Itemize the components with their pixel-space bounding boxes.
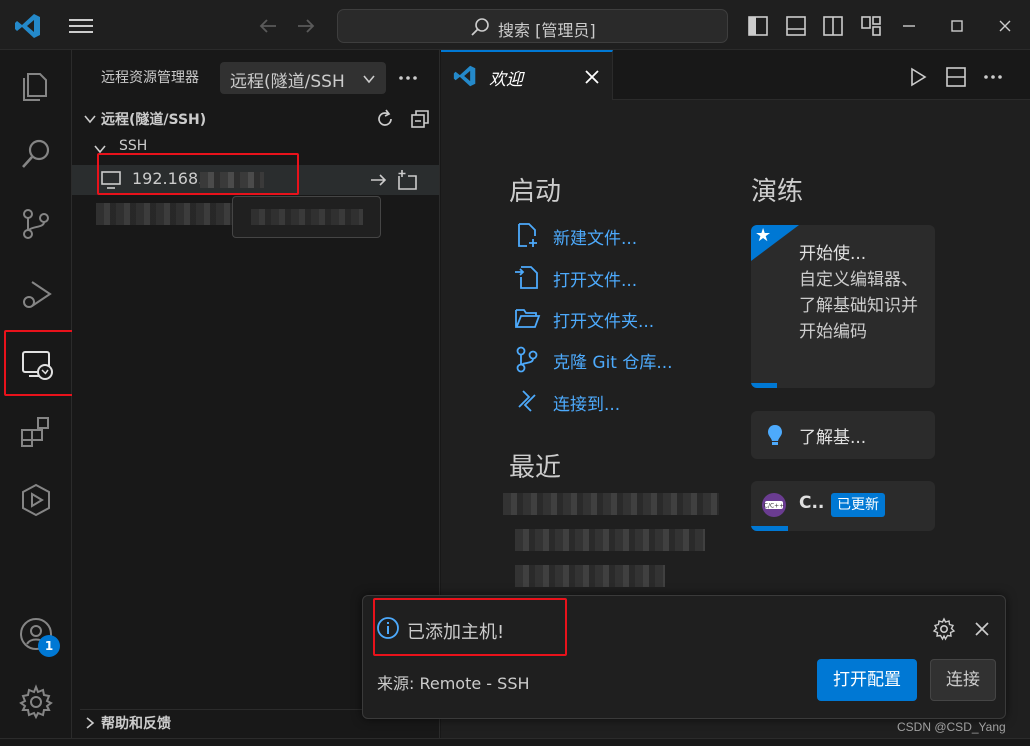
extensions-button[interactable] xyxy=(0,400,72,464)
connect-in-new-window-icon[interactable] xyxy=(395,168,419,192)
connect-in-current-window-icon[interactable] xyxy=(368,169,390,191)
vscode-logo-icon xyxy=(15,14,40,38)
collapse-all-icon[interactable] xyxy=(409,108,431,130)
tab-bar: 欢迎 xyxy=(441,50,1030,100)
hover-tooltip xyxy=(232,196,381,238)
open-file-icon xyxy=(515,266,538,289)
gear-icon xyxy=(19,684,53,720)
open-folder-label: 打开文件夹... xyxy=(553,312,655,332)
recent-heading: 最近 xyxy=(509,453,562,483)
manage-button[interactable] xyxy=(0,670,72,734)
walkthrough-card-fundamentals[interactable]: 了解基... xyxy=(751,411,935,459)
new-file-icon xyxy=(518,223,537,247)
minimize-icon[interactable] xyxy=(897,14,921,38)
run-debug-button[interactable] xyxy=(0,262,72,326)
remote-connect-icon xyxy=(518,390,536,412)
walkthroughs-heading: 演练 xyxy=(751,177,804,207)
open-file-label: 打开文件... xyxy=(553,271,638,291)
files-icon xyxy=(23,73,47,101)
command-search-box[interactable]: 搜索 [管理员] xyxy=(337,9,728,43)
star-icon: ★ xyxy=(755,225,772,246)
walkthrough-description: 自定义编辑器、了解基础知识并开始编码 xyxy=(799,270,918,342)
redacted-recent-1 xyxy=(503,493,719,515)
gear-icon[interactable] xyxy=(932,617,956,641)
more-actions-icon[interactable] xyxy=(396,66,420,90)
customize-layout-icon[interactable] xyxy=(859,14,883,38)
walkthrough-progress xyxy=(751,526,788,531)
walkthrough-title: 开始使... xyxy=(799,244,867,264)
vscode-logo-icon xyxy=(453,65,476,87)
status-bar xyxy=(0,738,1030,746)
close-window-icon[interactable] xyxy=(993,14,1017,38)
more-actions-icon[interactable] xyxy=(981,65,1005,89)
notification-source: 来源: Remote - SSH xyxy=(377,674,530,693)
accounts-button[interactable] xyxy=(0,602,72,666)
tab-welcome[interactable]: 欢迎 xyxy=(441,50,613,100)
search-text: 搜索 [管理员] xyxy=(498,21,596,40)
remote-tunnel-button[interactable] xyxy=(0,468,72,532)
connect-button[interactable]: 连接 xyxy=(930,659,996,701)
section-title: 远程(隧道/SSH) xyxy=(101,112,207,128)
refresh-icon[interactable] xyxy=(374,108,396,130)
walkthrough-title: 了解基... xyxy=(799,428,867,448)
walkthrough-progress xyxy=(751,383,777,388)
redacted-row xyxy=(96,203,236,225)
toggle-secondary-sidebar-icon[interactable] xyxy=(821,14,845,38)
title-bar: 搜索 [管理员] xyxy=(0,0,1030,50)
dropdown-value: 远程(隧道/SSH xyxy=(230,72,345,92)
toggle-primary-sidebar-icon[interactable] xyxy=(746,14,770,38)
accounts-badge: 1 xyxy=(38,635,60,657)
watermark: CSDN @CSD_Yang xyxy=(897,720,1006,734)
activity-bar: 1 xyxy=(0,50,89,746)
split-editor-icon[interactable] xyxy=(945,66,967,88)
remote-type-dropdown[interactable]: 远程(隧道/SSH xyxy=(220,62,386,94)
notification-toast: 已添加主机! 来源: Remote - SSH 打开配置 连接 xyxy=(362,595,1006,719)
start-heading: 启动 xyxy=(509,177,562,207)
search-icon xyxy=(22,139,50,168)
walkthrough-title: C.. xyxy=(799,493,825,513)
chevron-right-icon xyxy=(86,717,95,729)
section-header-remote-ssh[interactable]: 远程(隧道/SSH) xyxy=(80,108,436,132)
svg-text:C/C++: C/C++ xyxy=(764,503,784,510)
sidebar-title: 远程资源管理器 xyxy=(101,70,199,86)
git-branch-icon xyxy=(516,346,538,373)
cpp-extension-icon: C/C++ xyxy=(762,493,786,517)
source-control-button[interactable] xyxy=(0,192,72,256)
highlight-box-message xyxy=(373,598,567,656)
open-config-button[interactable]: 打开配置 xyxy=(817,659,917,701)
new-file-label: 新建文件... xyxy=(553,229,638,249)
help-feedback-label: 帮助和反馈 xyxy=(101,716,171,732)
highlight-box-host xyxy=(97,153,299,195)
tab-label: 欢迎 xyxy=(489,70,523,90)
menu-icon[interactable] xyxy=(66,14,96,38)
forward-arrow-icon[interactable] xyxy=(294,14,318,38)
chevron-down-icon xyxy=(363,75,375,84)
chevron-down-icon xyxy=(84,115,96,124)
toggle-panel-icon[interactable] xyxy=(784,14,808,38)
walkthrough-card-cpp[interactable]: C/C++ C.. 已更新 xyxy=(751,481,935,531)
hexagon-play-icon xyxy=(22,483,50,517)
redacted-tooltip-text xyxy=(251,209,363,225)
connect-to-label: 连接到... xyxy=(553,395,621,415)
maximize-icon[interactable] xyxy=(945,14,969,38)
updated-badge: 已更新 xyxy=(831,493,885,517)
lightbulb-icon xyxy=(768,425,782,445)
redacted-recent-3 xyxy=(515,565,665,587)
search-view-button[interactable] xyxy=(0,122,72,186)
search-icon xyxy=(471,18,489,36)
explorer-button[interactable] xyxy=(0,52,72,116)
source-control-icon xyxy=(23,209,49,239)
redacted-recent-2 xyxy=(515,529,705,551)
run-icon[interactable] xyxy=(907,66,929,88)
folder-open-icon xyxy=(515,309,541,328)
back-arrow-icon[interactable] xyxy=(256,14,280,38)
close-icon[interactable] xyxy=(582,67,602,87)
ssh-label: SSH xyxy=(119,138,148,154)
clone-git-label: 克隆 Git 仓库... xyxy=(553,353,673,373)
close-icon[interactable] xyxy=(972,619,992,639)
walkthrough-card-get-started[interactable]: ★ 开始使... 自定义编辑器、了解基础知识并开始编码 xyxy=(751,225,935,388)
run-debug-icon xyxy=(23,281,52,308)
extensions-icon xyxy=(21,417,49,447)
